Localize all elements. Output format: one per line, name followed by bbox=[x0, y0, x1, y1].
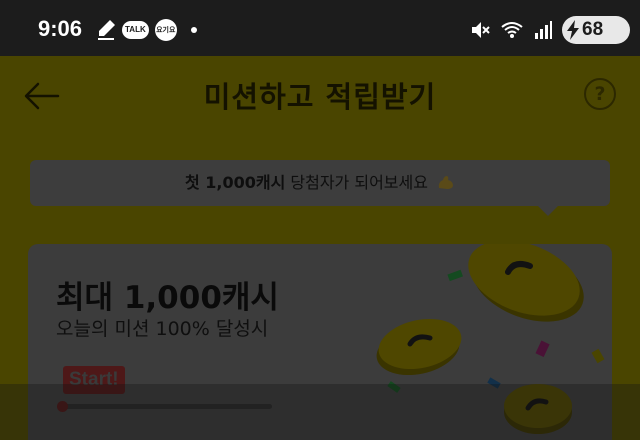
mission-page: 미션하고 적립받기 ? 첫 1,000캐시 당첨자가 되어보세요 최대 1,00… bbox=[0, 56, 640, 440]
flexed-arm-icon bbox=[438, 176, 454, 189]
pen-icon bbox=[98, 20, 115, 40]
battery-indicator: 68 bbox=[562, 16, 630, 44]
promo-text: 당첨자가 되어보세요 bbox=[285, 173, 428, 192]
mission-title: 최대 1,000캐시 bbox=[56, 280, 279, 316]
confetti-icon bbox=[591, 348, 605, 364]
status-time: 9:06 bbox=[38, 16, 83, 41]
wifi-icon bbox=[501, 22, 523, 38]
charging-icon bbox=[567, 20, 579, 40]
dot-icon bbox=[190, 27, 197, 33]
signal-icon bbox=[535, 21, 552, 39]
bottom-overlay bbox=[0, 384, 640, 440]
status-bar: 9:06 TALK 요기요 68 bbox=[0, 0, 640, 56]
help-icon[interactable]: ? bbox=[584, 78, 616, 110]
app-icon: 요기요 bbox=[154, 19, 177, 41]
notification-icons: TALK 요기요 bbox=[96, 19, 197, 41]
confetti-icon bbox=[447, 269, 463, 282]
app-bar: 미션하고 적립받기 ? bbox=[0, 56, 640, 136]
system-icons: 68 bbox=[470, 16, 630, 44]
coin-large-icon bbox=[468, 244, 584, 322]
battery-level: 68 bbox=[582, 19, 604, 40]
promo-highlight: 첫 1,000캐시 bbox=[184, 173, 286, 192]
talk-icon: TALK bbox=[122, 21, 149, 39]
mission-subtitle: 오늘의 미션 100% 달성시 bbox=[56, 318, 269, 340]
page-title: 미션하고 적립받기 bbox=[203, 80, 437, 114]
speech-bubble-tail bbox=[538, 206, 558, 216]
coin-medium-icon bbox=[376, 318, 462, 376]
mute-icon bbox=[472, 22, 490, 38]
promo-banner: 첫 1,000캐시 당첨자가 되어보세요 bbox=[30, 160, 610, 216]
confetti-icon bbox=[535, 340, 550, 358]
